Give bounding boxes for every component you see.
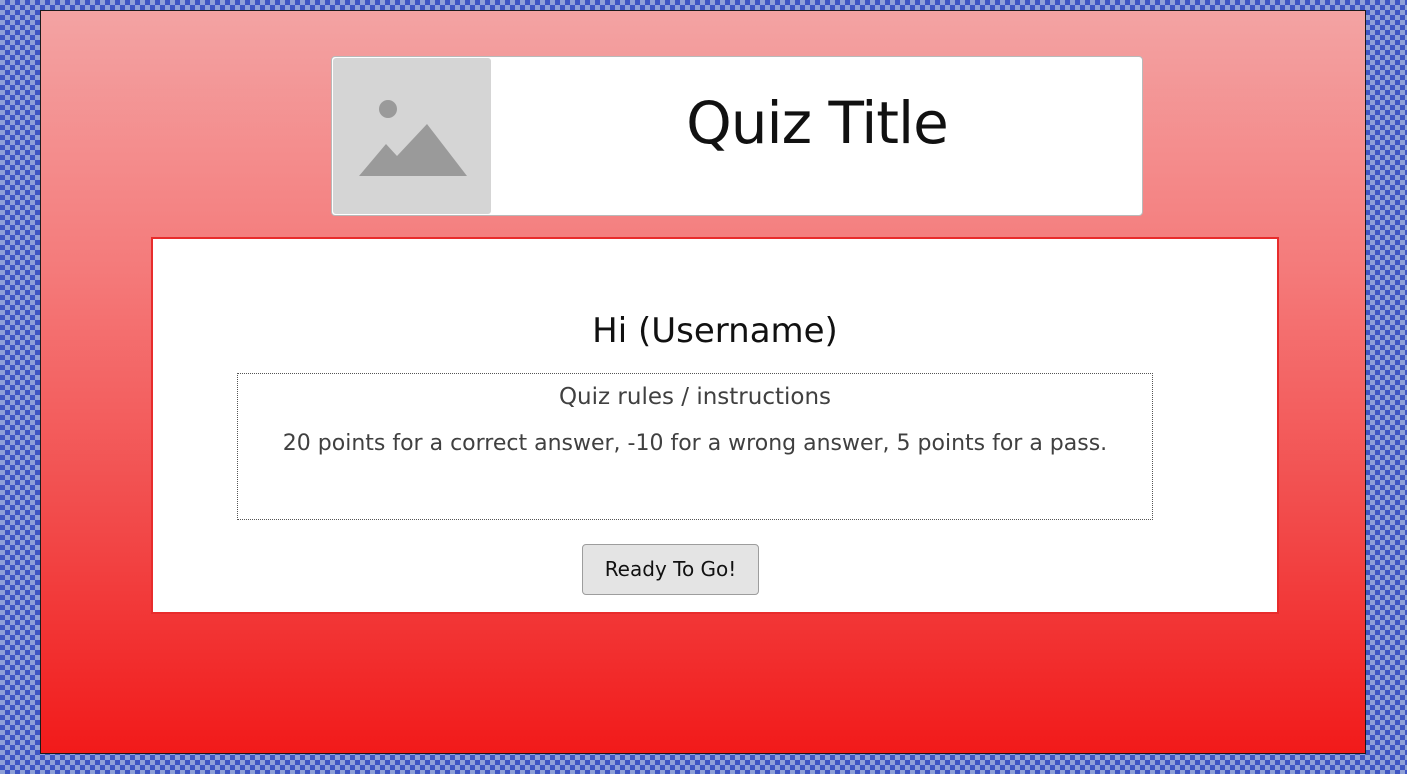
rules-heading: Quiz rules / instructions — [558, 384, 832, 410]
quiz-header-card: Quiz Title — [331, 56, 1143, 216]
welcome-card: Hi (Username) Quiz rules / instructions … — [151, 237, 1279, 614]
quiz-stage: Quiz Title Hi (Username) Quiz rules / in… — [40, 10, 1366, 754]
image-placeholder-icon — [359, 100, 467, 176]
rules-text: 20 points for a correct answer, -10 for … — [282, 431, 1108, 456]
ready-to-go-button[interactable]: Ready To Go! — [582, 544, 759, 595]
greeting-heading: Hi (Username) — [592, 311, 838, 351]
quiz-title: Quiz Title — [686, 89, 949, 157]
rules-box: Quiz rules / instructions 20 points for … — [237, 373, 1153, 520]
quiz-thumbnail — [333, 58, 491, 214]
